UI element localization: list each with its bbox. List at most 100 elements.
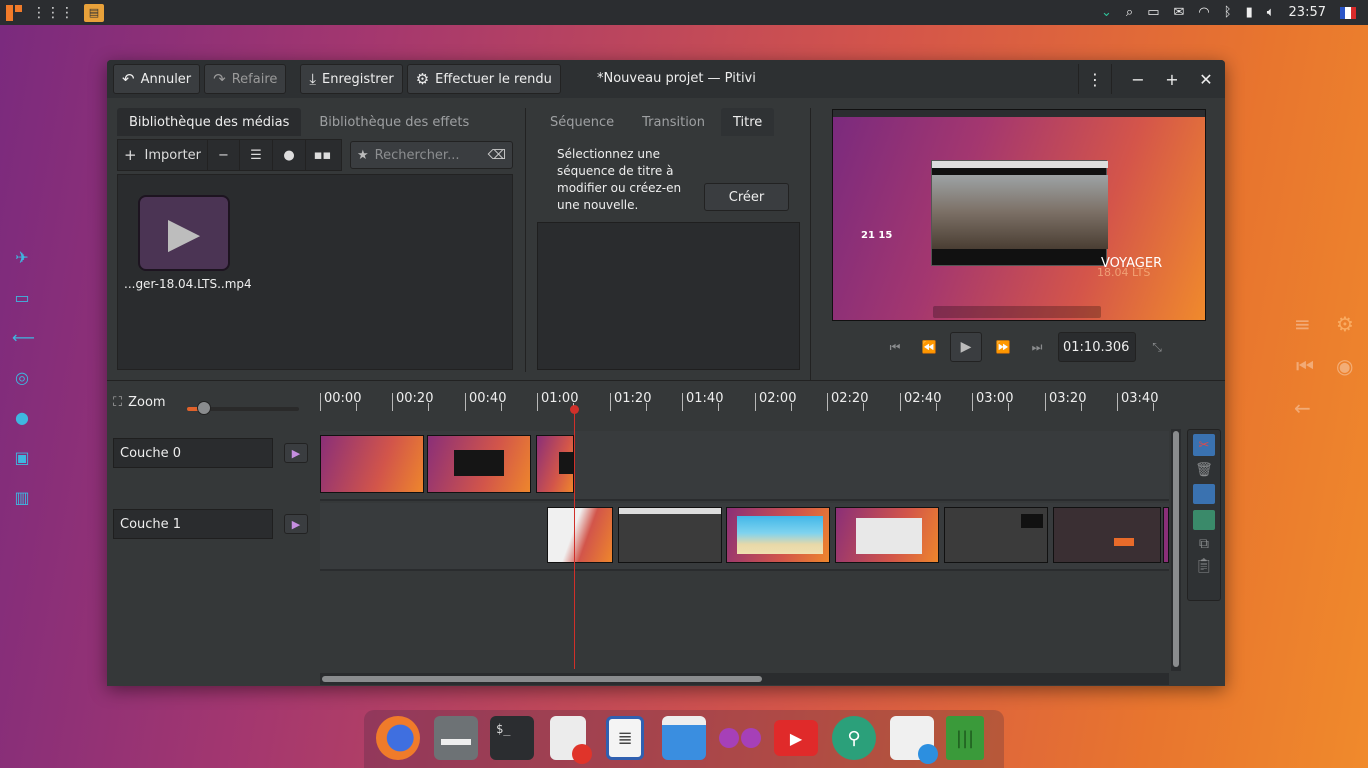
- ungroup-icon[interactable]: [1193, 510, 1215, 530]
- video-clip[interactable]: [1163, 507, 1169, 563]
- firefox-icon[interactable]: [376, 716, 420, 760]
- media-search-field[interactable]: ★ Rechercher... ⌫: [350, 141, 513, 169]
- gnome-twitch-icon[interactable]: [718, 716, 762, 760]
- zoom-slider-handle[interactable]: [197, 401, 211, 415]
- horizontal-scrollbar[interactable]: [320, 673, 1169, 685]
- app-indicator-icon[interactable]: ▤: [84, 3, 104, 22]
- video-thumbnail: ▶: [138, 195, 230, 271]
- proxy-button[interactable]: ●: [273, 140, 306, 170]
- play-button[interactable]: ▶: [950, 332, 982, 362]
- globe-icon[interactable]: ●: [12, 408, 32, 427]
- icon-view-button[interactable]: ▪▪: [306, 140, 339, 170]
- video-clip[interactable]: [427, 435, 531, 493]
- tab-transition[interactable]: Transition: [630, 108, 717, 136]
- go-to-end-button[interactable]: ⏭: [1024, 334, 1050, 360]
- chevron-down-icon[interactable]: ⌄: [1101, 5, 1112, 20]
- skip-back-icon[interactable]: ⏮: [1296, 354, 1314, 378]
- zoom-label-row: ⛶ Zoom: [113, 395, 166, 410]
- vertical-scrollbar[interactable]: [1171, 429, 1181, 671]
- copy-icon[interactable]: ⧉: [1199, 536, 1209, 552]
- trash-icon[interactable]: |||: [946, 716, 984, 760]
- tab-title[interactable]: Titre: [721, 108, 775, 136]
- arrow-left-icon[interactable]: ⟵: [12, 328, 35, 347]
- lightbulb-icon: ●: [283, 147, 295, 163]
- layer-name-field[interactable]: Couche 1: [113, 509, 273, 539]
- youtube-icon[interactable]: ▶: [774, 720, 818, 756]
- render-button[interactable]: ⚙ Effectuer le rendu: [406, 64, 561, 94]
- video-preview[interactable]: 21 15 VOYAGER 18.04 LTS: [832, 109, 1206, 321]
- grid-icon[interactable]: ⋮⋮⋮: [32, 5, 74, 21]
- clock[interactable]: 23:57: [1289, 5, 1326, 20]
- video-clip[interactable]: [835, 507, 939, 563]
- wifi-icon[interactable]: ◠: [1198, 5, 1209, 20]
- monitor-icon[interactable]: ▭: [12, 288, 32, 307]
- bluetooth-icon[interactable]: ᛒ: [1224, 5, 1232, 20]
- media-item[interactable]: ▶ ...ger-18.04.LTS..mp4: [124, 193, 254, 303]
- video-clip[interactable]: [536, 435, 574, 493]
- menu-kebab-icon[interactable]: ⋮: [1078, 64, 1112, 94]
- video-clip[interactable]: [547, 507, 613, 563]
- gear-icon[interactable]: ⚙: [1336, 312, 1354, 336]
- volume-icon[interactable]: 🔈︎: [1267, 5, 1275, 20]
- save-button[interactable]: ⤓ Enregistrer: [300, 64, 403, 94]
- timecode-field[interactable]: 01:10.306: [1058, 332, 1136, 362]
- mask-icon[interactable]: ◎: [12, 368, 32, 387]
- settings-icon[interactable]: ⚲: [832, 716, 876, 760]
- layer-name-field[interactable]: Couche 0: [113, 438, 273, 468]
- search-icon[interactable]: ⌕: [1126, 5, 1133, 20]
- eye-icon[interactable]: ◉: [1336, 354, 1353, 378]
- preview-dock: [933, 306, 1101, 318]
- playhead-marker[interactable]: [570, 405, 579, 414]
- paste-icon[interactable]: 📋︎: [1195, 558, 1213, 574]
- flag-fr-icon[interactable]: [1340, 6, 1356, 19]
- layer-play-button[interactable]: ▶: [284, 443, 308, 463]
- video-clip[interactable]: [320, 435, 424, 493]
- window-icon[interactable]: [662, 716, 706, 760]
- files-icon[interactable]: ▭: [1147, 5, 1159, 20]
- zoom-slider[interactable]: [187, 401, 299, 415]
- terminal-icon[interactable]: $_: [490, 716, 534, 760]
- maximize-icon[interactable]: +: [1157, 64, 1187, 94]
- airplane-icon[interactable]: ✈: [12, 248, 32, 267]
- timeline: ⛶ Zoom 00:00 00:20 00:40 01:00 01:20 01:…: [107, 380, 1225, 686]
- lock-icon[interactable]: ▣: [12, 448, 32, 467]
- video-clip[interactable]: [944, 507, 1048, 563]
- close-icon[interactable]: ✕: [1191, 64, 1221, 94]
- files-icon[interactable]: [434, 716, 478, 760]
- group-icon[interactable]: [1193, 484, 1215, 504]
- menu-icon[interactable]: ≡: [1294, 312, 1311, 336]
- time-ruler[interactable]: 00:00 00:20 00:40 01:00 01:20 01:40 02:0…: [320, 381, 1225, 427]
- text-editor-icon[interactable]: [550, 716, 592, 764]
- bar-chart-icon[interactable]: ▥: [12, 488, 32, 507]
- layer-play-button[interactable]: ▶: [284, 514, 308, 534]
- video-clip[interactable]: [1053, 507, 1161, 563]
- tab-effects-library[interactable]: Bibliothèque des effets: [307, 108, 481, 136]
- list-view-button[interactable]: ☰: [240, 140, 273, 170]
- delete-icon[interactable]: 🗑︎: [1195, 462, 1213, 478]
- undock-viewer-button[interactable]: ⤡: [1144, 334, 1170, 360]
- battery-icon[interactable]: ▮: [1246, 5, 1253, 20]
- track-area[interactable]: [320, 405, 1169, 669]
- rewind-button[interactable]: ⏪: [916, 334, 942, 360]
- software-install-icon[interactable]: [890, 716, 938, 764]
- video-clip[interactable]: [618, 507, 722, 563]
- apps-icon[interactable]: [6, 4, 22, 21]
- go-to-start-button[interactable]: ⏮: [882, 334, 908, 360]
- tab-media-library[interactable]: Bibliothèque des médias: [117, 108, 302, 136]
- forward-button[interactable]: ⏩: [990, 334, 1016, 360]
- arrow-left-icon[interactable]: ←: [1294, 396, 1311, 420]
- writer-icon[interactable]: ≣: [606, 716, 644, 760]
- video-clip[interactable]: [726, 507, 830, 563]
- minimize-icon[interactable]: −: [1123, 64, 1153, 94]
- remove-button[interactable]: −: [208, 140, 240, 170]
- tab-sequence[interactable]: Séquence: [538, 108, 626, 136]
- undo-button[interactable]: ↶ Annuler: [113, 64, 201, 94]
- import-button[interactable]: + Importer: [118, 140, 208, 170]
- redo-icon: ↷: [213, 70, 226, 88]
- redo-button[interactable]: ↷ Refaire: [204, 64, 287, 94]
- create-title-button[interactable]: Créer: [704, 183, 789, 211]
- mail-icon[interactable]: ✉: [1174, 5, 1185, 20]
- split-clip-icon[interactable]: ✂: [1193, 434, 1215, 456]
- clear-search-icon[interactable]: ⌫: [488, 148, 506, 163]
- playhead[interactable]: [574, 409, 575, 669]
